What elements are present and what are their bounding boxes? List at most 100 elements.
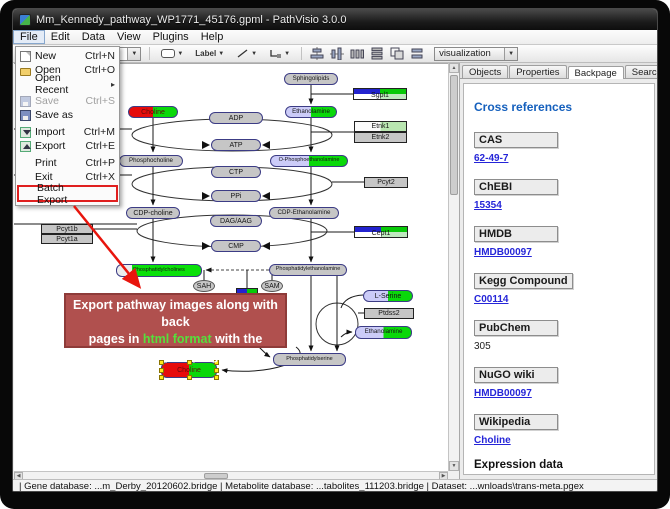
node-sah[interactable]: SAH: [193, 280, 215, 292]
tab-objects[interactable]: Objects: [462, 65, 508, 78]
node-phosphatidylethanolamine[interactable]: Phosphatidylethanolamine: [269, 264, 347, 276]
node-o-phosphoethanolamine[interactable]: O-Phosphoethanolamine: [270, 155, 348, 167]
node-label: Etnk2: [372, 134, 390, 141]
node-pcyt1b[interactable]: Pcyt1b: [41, 224, 93, 234]
xref-link-wikipedia[interactable]: Choline: [474, 435, 654, 446]
window-title: Mm_Kennedy_pathway_WP1771_45176.gpml - P…: [36, 14, 346, 26]
node-sgpl1[interactable]: Sgpl1: [353, 88, 407, 100]
selection-handle[interactable]: [214, 375, 219, 380]
node-ptdss2[interactable]: Ptdss2: [364, 308, 414, 319]
menu-item-export[interactable]: ExportCtrl+E: [17, 139, 118, 153]
node-ctp[interactable]: CTP: [211, 166, 261, 178]
new-connector-button[interactable]: ▼: [266, 46, 293, 61]
xref-header-kegg-compound: Kegg Compound: [474, 273, 573, 289]
selection-handle[interactable]: [159, 368, 164, 373]
node-label: SAM: [264, 283, 279, 290]
visualization-combobox[interactable]: visualization ▼: [434, 47, 518, 61]
node-etnk2[interactable]: Etnk2: [354, 132, 407, 143]
node-label: Pcyt2: [377, 179, 395, 186]
xref-link-hmdb[interactable]: HMDB00097: [474, 247, 654, 258]
annotation-line3: HtmlExport plugin: [66, 348, 285, 365]
menu-item-import[interactable]: ImportCtrl+M: [17, 125, 118, 139]
node-label: Sphingolipids: [293, 76, 330, 82]
distribute-horizontal-icon[interactable]: [350, 47, 364, 60]
menu-item-save-as[interactable]: Save as: [17, 108, 118, 122]
node-cept1[interactable]: Cept1: [354, 226, 408, 238]
node-cmp[interactable]: CMP: [211, 240, 261, 252]
stack-icon[interactable]: [410, 47, 424, 60]
annotation-callout: Export pathway images along with back pa…: [64, 293, 287, 348]
menu-view[interactable]: View: [111, 30, 147, 44]
xref-link-cas[interactable]: 62-49-7: [474, 153, 654, 164]
menu-data[interactable]: Data: [76, 30, 111, 44]
vertical-scroll-thumb[interactable]: [450, 75, 458, 195]
node-label: Phosphatidylcholines: [133, 268, 185, 274]
node-pcyt2[interactable]: Pcyt2: [364, 177, 408, 188]
node-label: CDP-Ethanolamine: [278, 210, 331, 216]
menu-plugins[interactable]: Plugins: [147, 30, 195, 44]
common-size-icon[interactable]: [390, 47, 404, 60]
menu-item-print[interactable]: PrintCtrl+P: [17, 156, 118, 170]
menu-file[interactable]: File: [13, 30, 45, 44]
node-ppi[interactable]: PPi: [211, 190, 261, 202]
save-icon: [20, 96, 31, 107]
node-pcyt1a[interactable]: Pcyt1a: [41, 234, 93, 244]
node-choline-top[interactable]: Choline: [128, 106, 178, 118]
visualization-dropdown-icon[interactable]: ▼: [504, 48, 517, 60]
menu-item-shortcut: Ctrl+P: [86, 157, 115, 169]
xref-link-kegg-compound[interactable]: C00114: [474, 294, 654, 305]
scroll-down-icon[interactable]: ▼: [449, 461, 459, 471]
side-panel: ObjectsPropertiesBackpageSearchLegend Cr…: [459, 63, 658, 479]
node-adp[interactable]: ADP: [209, 112, 263, 124]
node-atp[interactable]: ATP: [211, 139, 261, 151]
selection-handle[interactable]: [159, 375, 164, 380]
xref-link-chebi[interactable]: 15354: [474, 200, 654, 211]
selection-handle[interactable]: [214, 368, 219, 373]
new-label-button[interactable]: Label ▼: [192, 47, 227, 60]
node-sam[interactable]: SAM: [261, 280, 283, 292]
node-phosphatidylcholines[interactable]: Phosphatidylcholines: [116, 264, 202, 277]
node-cdp-ethanolamine[interactable]: CDP-Ethanolamine: [269, 207, 339, 219]
node-label: Choline: [177, 367, 201, 374]
menu-item-save: SaveCtrl+S: [17, 94, 118, 108]
menu-edit[interactable]: Edit: [45, 30, 76, 44]
node-dag-aag[interactable]: DAG/AAG: [210, 215, 262, 227]
node-label: Pcyt1a: [56, 236, 77, 243]
tab-search[interactable]: Search: [625, 65, 658, 78]
node-l-serine[interactable]: L-Serine: [363, 290, 413, 302]
node-etnk1[interactable]: Etnk1: [354, 121, 407, 132]
menu-item-label: Open Recent: [35, 72, 91, 96]
node-cdp-choline[interactable]: CDP-choline: [126, 207, 180, 219]
node-ethanolamine-bottom[interactable]: Ethanolamine: [355, 326, 412, 339]
node-phosphocholine[interactable]: Phosphocholine: [119, 155, 183, 167]
align-center-y-icon[interactable]: [330, 47, 344, 60]
node-sphingolipids[interactable]: Sphingolipids: [284, 73, 338, 85]
app-window: Mm_Kennedy_pathway_WP1771_45176.gpml - P…: [12, 8, 658, 492]
title-bar[interactable]: Mm_Kennedy_pathway_WP1771_45176.gpml - P…: [13, 9, 658, 30]
node-label: Phosphatidylserine: [286, 357, 332, 363]
vertical-scrollbar[interactable]: ▲ ▼: [448, 63, 459, 471]
file-menu: NewCtrl+NOpenCtrl+OOpen Recent▸SaveCtrl+…: [15, 46, 120, 206]
menu-item-new[interactable]: NewCtrl+N: [17, 49, 118, 63]
xref-header-pubchem: PubChem: [474, 320, 558, 336]
new-icon: [20, 51, 31, 62]
node-label: CTP: [229, 169, 243, 176]
align-center-x-icon[interactable]: [310, 47, 324, 60]
scroll-up-icon[interactable]: ▲: [449, 63, 459, 73]
tab-backpage[interactable]: Backpage: [568, 66, 624, 79]
menu-item-batch-export[interactable]: Batch Export: [17, 185, 118, 202]
blank-icon: [20, 158, 31, 169]
zoom-dropdown-icon[interactable]: ▼: [127, 48, 140, 60]
new-datanode-button[interactable]: ▼: [158, 47, 186, 60]
distribute-vertical-icon[interactable]: [370, 47, 384, 60]
save_as-icon: [20, 110, 31, 121]
tab-properties[interactable]: Properties: [509, 65, 566, 78]
node-label: Cept1: [372, 230, 391, 237]
node-ethanolamine-top[interactable]: Ethanolamine: [285, 106, 337, 118]
xref-link-nugo-wiki[interactable]: HMDB00097: [474, 388, 654, 399]
selection-handle[interactable]: [187, 375, 192, 380]
new-line-button[interactable]: ▼: [233, 46, 260, 61]
menu-help[interactable]: Help: [195, 30, 230, 44]
menu-item-open-recent[interactable]: Open Recent▸: [17, 77, 118, 91]
menu-item-label: New: [35, 50, 81, 62]
